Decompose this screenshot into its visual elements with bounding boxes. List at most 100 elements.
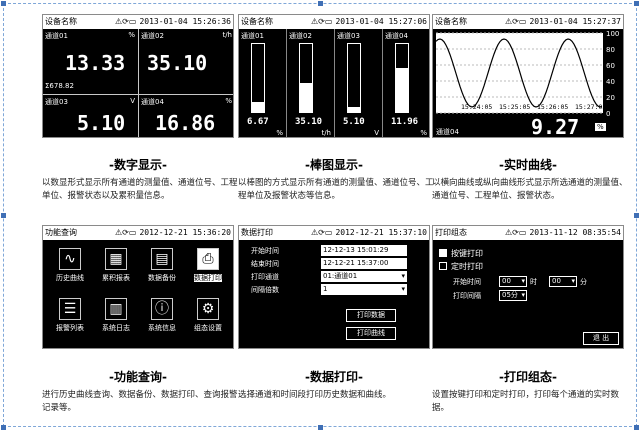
key-print-label: 按键打印: [451, 249, 483, 258]
report-icon: ▦: [105, 248, 127, 270]
key-print-checkbox[interactable]: [439, 249, 447, 257]
screen-header: 数据打印 ⚠⟳▭ 2012-12-21 15:37:10: [239, 226, 429, 240]
hour-unit: 时: [530, 278, 537, 286]
channel-unit: V: [130, 97, 135, 105]
channel-unit: V: [374, 129, 379, 137]
digital-display-screen: 设备名称 ⚠⟳▭ 2013-01-04 15:26:36 通道01 % 13.3…: [42, 14, 234, 138]
exit-button[interactable]: 退 出: [583, 332, 619, 345]
cumulative-total: Σ678.82: [45, 82, 74, 90]
screen-datetime: 2013-11-12 08:35:54: [529, 228, 621, 237]
screen-datetime: 2013-01-04 15:27:06: [335, 17, 427, 26]
channel-cell[interactable]: 通道02 t/h 35.10: [139, 29, 233, 94]
bar-channel-column[interactable]: 通道03 5.10 V: [335, 29, 383, 137]
menu-button-gear[interactable]: ⚙ 组态设置: [187, 298, 229, 333]
curve-current-value: 9.27: [531, 115, 580, 138]
end-time-field[interactable]: 12-12-21 15:37:00: [321, 258, 407, 269]
menu-button-log[interactable]: ▥ 系统日志: [95, 298, 137, 333]
screen-title: 设备名称: [435, 17, 467, 26]
channel-name: 通道03: [45, 98, 68, 106]
resize-handle-bl[interactable]: [1, 425, 6, 430]
timer-print-label: 定时打印: [451, 262, 483, 271]
menu-button-alarm-list[interactable]: ☰ 报警列表: [49, 298, 91, 333]
interval-multiple-select[interactable]: 1 ▾: [321, 284, 407, 295]
trend-chart[interactable]: 100 80 60 40 20 0 15:24:05 15:25:05 15:26:05 15:…: [433, 29, 624, 138]
menu-button-history-curve[interactable]: ∿ 历史曲线: [49, 248, 91, 283]
print-data-button[interactable]: 打印数据: [346, 309, 396, 322]
bar-graph-screen: 设备名称 ⚠⟳▭ 2013-01-04 15:27:06 通道01 6.67% 通道…: [238, 14, 430, 138]
channel-unit: %: [128, 31, 135, 39]
caption-digital: -数字显示-: [109, 158, 167, 172]
resize-handle-bm[interactable]: [318, 425, 323, 430]
print-row-label: 间隔倍数: [251, 286, 279, 294]
channel-cell[interactable]: 通道03 V 5.10: [43, 95, 138, 137]
start-hour-value: 00: [502, 277, 511, 285]
alarm-list-icon: ☰: [59, 298, 81, 320]
status-icons: ⚠⟳▭: [115, 228, 137, 237]
channel-unit: %: [276, 129, 283, 137]
bar-channel-column[interactable]: 通道01 6.67%: [239, 29, 287, 137]
menu-button-backup[interactable]: ▤ 数据备份: [141, 248, 183, 283]
screen-header: 功能查询 ⚠⟳▭ 2012-12-21 15:36:20: [43, 226, 233, 240]
description-curve: 以横向曲线或纵向曲线形式显示所选通道的测量值、通道位号、工程单位、报警状态。: [432, 178, 628, 201]
resize-handle-mr[interactable]: [634, 213, 639, 218]
chevron-down-icon: ▾: [401, 285, 405, 293]
channel-unit: t/h: [321, 129, 331, 137]
menu-button-label: 数据打印: [194, 274, 222, 282]
y-tick-label: 40: [606, 78, 615, 86]
info-icon: ⓘ: [151, 298, 173, 320]
resize-handle-tm[interactable]: [318, 1, 323, 6]
menu-button-label: 历史曲线: [56, 274, 84, 282]
interval-select[interactable]: 05分 ▾: [499, 290, 527, 301]
interval-value: 05分: [502, 291, 518, 299]
channel-value: 16.86: [155, 111, 216, 135]
start-hour-field[interactable]: 00 ▾: [499, 276, 527, 287]
bar-fill: [252, 102, 264, 112]
screen-title: 设备名称: [45, 17, 77, 26]
bar-channel-column[interactable]: 通道04 11.96%: [383, 29, 429, 137]
bar-gauge: [395, 43, 409, 113]
print-channel-select[interactable]: 01:通道01 ▾: [321, 271, 407, 282]
screen-title: 功能查询: [45, 228, 77, 237]
bar-gauge: [299, 43, 313, 113]
description-print: 选择通道和时间段打印历史数据和曲线。: [238, 390, 392, 400]
menu-button-label: 数据备份: [148, 274, 176, 282]
print-channel-value: 01:通道01: [323, 272, 358, 280]
print-curve-button[interactable]: 打印曲线: [346, 327, 396, 340]
bar-channel-column[interactable]: 通道02 35.10 t/h: [287, 29, 335, 137]
timer-print-checkbox[interactable]: [439, 262, 447, 270]
chevron-down-icon: ▾: [401, 272, 405, 280]
resize-handle-br[interactable]: [634, 425, 639, 430]
status-icons: ⚠⟳▭: [115, 17, 137, 26]
channel-cell[interactable]: 通道01 % 13.33 Σ678.82: [43, 29, 138, 94]
channel-name: 通道02: [141, 32, 164, 40]
time-tick-label: 15:26:05: [537, 103, 568, 111]
channel-unit: %: [420, 129, 427, 137]
channel-cell[interactable]: 通道04 % 16.86: [139, 95, 233, 137]
gear-icon: ⚙: [197, 298, 219, 320]
caption-print: -数据打印-: [305, 370, 363, 384]
channel-name: 通道02: [289, 32, 312, 40]
time-tick-label: 15:25:05: [499, 103, 530, 111]
channel-value: 5.10: [77, 111, 126, 135]
menu-button-report[interactable]: ▦ 累积报表: [95, 248, 137, 283]
start-minute-field[interactable]: 00 ▾: [549, 276, 577, 287]
interval-label: 打印间隔: [453, 292, 481, 300]
caption-curve: -实时曲线-: [499, 158, 557, 172]
resize-handle-tl[interactable]: [1, 1, 6, 6]
start-minute-value: 00: [552, 277, 561, 285]
caption-printcfg: -打印组态-: [499, 370, 557, 384]
realtime-curve-screen: 设备名称 ⚠⟳▭ 2013-01-04 15:27:37 100 80 60 40 20…: [432, 14, 624, 138]
screen-header: 设备名称 ⚠⟳▭ 2013-01-04 15:27:37: [433, 15, 623, 29]
resize-handle-ml[interactable]: [1, 213, 6, 218]
resize-handle-tr[interactable]: [634, 1, 639, 6]
screen-datetime: 2013-01-04 15:26:36: [139, 17, 231, 26]
menu-button-printer[interactable]: ⎙ 数据打印: [187, 248, 229, 283]
print-row-label: 结束时间: [251, 260, 279, 268]
y-tick-label: 0: [606, 110, 610, 118]
y-tick-label: 60: [606, 62, 615, 70]
description-printcfg: 设置按键打印和定时打印，打印每个通道的实时数据。: [432, 390, 620, 413]
screen-header: 设备名称 ⚠⟳▭ 2013-01-04 15:27:06: [239, 15, 429, 29]
status-icons: ⚠⟳▭: [505, 228, 527, 237]
menu-button-info[interactable]: ⓘ 系统信息: [141, 298, 183, 333]
start-time-field[interactable]: 12-12-13 15:01:29: [321, 245, 407, 256]
